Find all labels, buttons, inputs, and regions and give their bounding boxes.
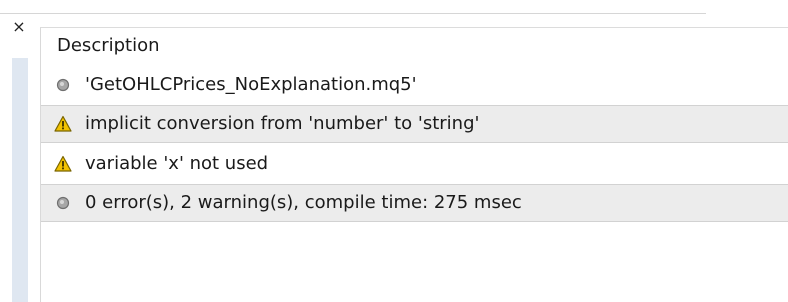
warning-icon: [54, 155, 72, 172]
close-panel-button[interactable]: ×: [12, 19, 26, 35]
message-text: implicit conversion from 'number' to 'st…: [85, 113, 480, 134]
close-icon: ×: [12, 17, 26, 36]
message-row[interactable]: variable 'x' not used: [41, 146, 788, 184]
message-text: 0 error(s), 2 warning(s), compile time: …: [85, 192, 522, 213]
column-header-description[interactable]: Description: [41, 28, 788, 64]
side-tab-strip: [12, 58, 28, 302]
top-divider: [0, 13, 706, 14]
column-header-label: Description: [57, 35, 160, 56]
warning-icon: [54, 115, 72, 132]
message-row[interactable]: 'GetOHLCPrices_NoExplanation.mq5': [41, 66, 788, 104]
toolbox-errors-panel: Description 'GetOHLCPrices_NoExplanation…: [40, 27, 788, 302]
info-dot-icon: [56, 78, 70, 92]
message-row[interactable]: implicit conversion from 'number' to 'st…: [41, 105, 788, 143]
message-row[interactable]: 0 error(s), 2 warning(s), compile time: …: [41, 184, 788, 222]
info-dot-icon: [56, 196, 70, 210]
message-text: 'GetOHLCPrices_NoExplanation.mq5': [85, 74, 417, 95]
message-text: variable 'x' not used: [85, 153, 269, 174]
